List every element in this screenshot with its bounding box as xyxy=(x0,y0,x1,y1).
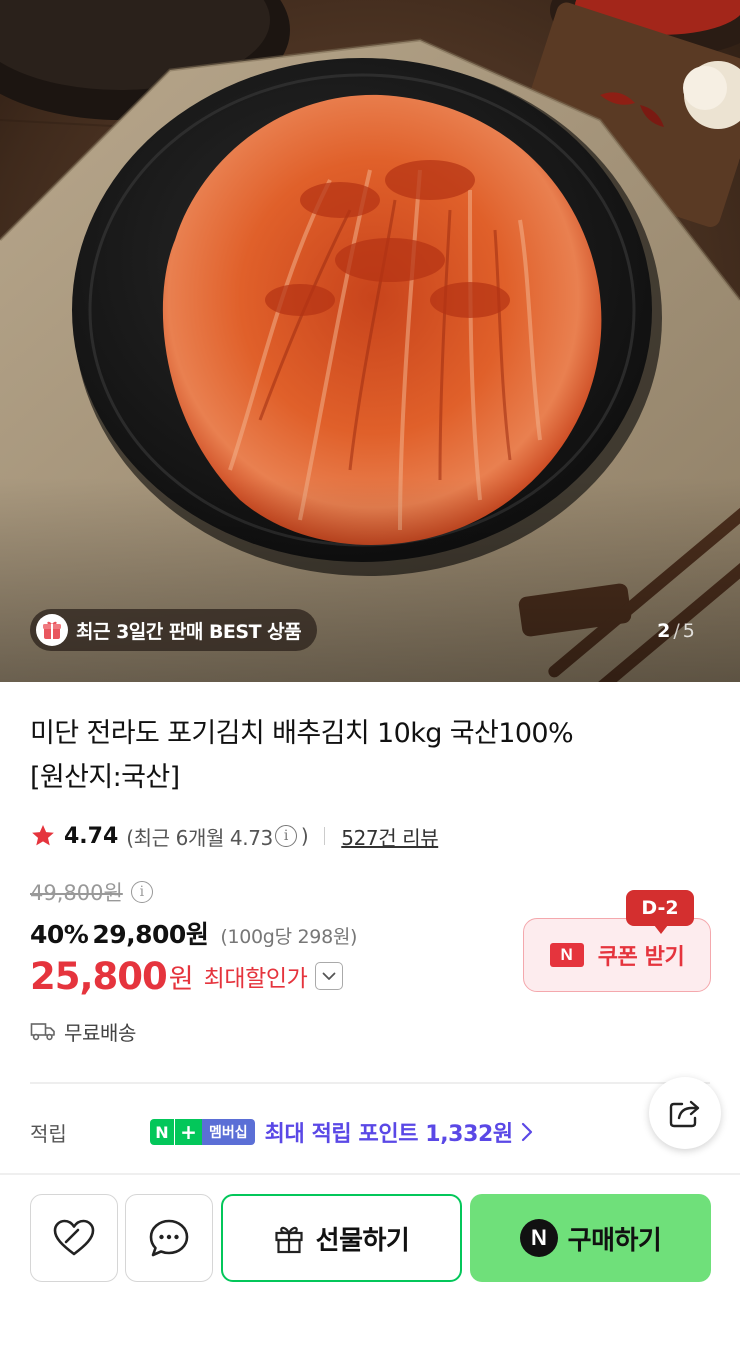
rating-value: 4.74 xyxy=(64,823,119,849)
pager-total: 5 xyxy=(682,620,695,642)
sale-price-row: 40% 29,800원 (100g당 298원) xyxy=(30,915,357,949)
info-icon[interactable]: i xyxy=(274,825,297,847)
chevron-right-icon xyxy=(521,1122,532,1142)
original-price: 49,800원 xyxy=(30,881,123,905)
rating-row: 4.74 (최근 6개월 4.73 i ) 527건 리뷰 xyxy=(30,818,439,854)
get-coupon-button[interactable]: N 쿠폰 받기 xyxy=(523,918,711,992)
recent-rating: (최근 6개월 4.73 i ) xyxy=(126,822,308,851)
recent-rating-close: ) xyxy=(300,824,309,848)
product-title-line2: [원산지:국산] xyxy=(30,762,180,793)
naver-n-icon: N xyxy=(150,1119,174,1145)
shipping-text: 무료배송 xyxy=(64,1020,136,1045)
gift-button[interactable]: 선물하기 xyxy=(221,1194,462,1282)
gift-label: 선물하기 xyxy=(315,1225,410,1256)
share-button[interactable] xyxy=(649,1077,721,1149)
original-price-row: 49,800원 i xyxy=(30,877,157,907)
product-title: 미단 전라도 포기김치 배추김치 10kg 국산100% [원산지:국산] xyxy=(30,712,670,800)
chat-bubble-icon xyxy=(149,1219,189,1257)
chevron-down-icon[interactable] xyxy=(315,962,344,990)
recent-rating-text: (최근 6개월 4.73 xyxy=(126,825,273,850)
points-row[interactable]: 적립 N + 멤버십 최대 적립 포인트 1,332원 xyxy=(30,1112,710,1152)
max-points-text: 최대 적립 포인트 1,332원 xyxy=(264,1122,513,1147)
shipping-row: 무료배송 xyxy=(30,1014,136,1048)
price-info-icon[interactable]: i xyxy=(130,881,153,903)
pager-current: 2 xyxy=(657,620,671,642)
max-discount-row[interactable]: 25,800 원 최대할인가 xyxy=(30,952,344,1000)
best-seller-badge: 최근 3일간 판매 BEST 상품 xyxy=(30,609,318,651)
max-discount-price: 25,800 xyxy=(30,954,168,998)
discount-percent: 40% xyxy=(30,920,89,949)
dday-badge: D-2 xyxy=(626,890,694,934)
points-label: 적립 xyxy=(30,1121,67,1146)
sale-price: 29,800원 xyxy=(92,920,209,949)
product-photo xyxy=(0,0,740,682)
membership-label: 멤버십 xyxy=(202,1119,255,1145)
chat-button[interactable] xyxy=(125,1194,213,1282)
buy-button[interactable]: N 구매하기 xyxy=(470,1194,711,1282)
product-title-line1: 미단 전라도 포기김치 배추김치 10kg 국산100% xyxy=(30,718,574,749)
section-divider-bottom xyxy=(0,1173,740,1175)
naver-coupon-icon: N xyxy=(549,943,584,967)
max-discount-unit: 원 xyxy=(168,963,194,995)
max-discount-label: 최대할인가 xyxy=(203,966,308,992)
coupon-label: 쿠폰 받기 xyxy=(597,945,685,970)
divider xyxy=(324,827,326,845)
plus-icon: + xyxy=(174,1119,202,1145)
share-icon xyxy=(669,1100,700,1128)
best-seller-text: 최근 3일간 판매 BEST 상품 xyxy=(76,620,302,643)
naver-plus-membership-badge: N + 멤버십 xyxy=(150,1119,255,1145)
unit-price: (100g당 298원) xyxy=(220,926,358,948)
section-divider xyxy=(30,1082,710,1084)
gift-box-icon xyxy=(36,614,68,646)
gift-icon xyxy=(275,1226,303,1254)
heart-icon xyxy=(53,1219,95,1256)
star-icon xyxy=(32,824,54,846)
image-pager: 2 / 5 xyxy=(643,612,709,650)
naver-pay-icon: N xyxy=(519,1219,558,1257)
buy-label: 구매하기 xyxy=(567,1225,662,1256)
wishlist-button[interactable] xyxy=(30,1194,118,1282)
pager-separator: / xyxy=(673,620,680,642)
truck-icon xyxy=(30,1023,55,1041)
product-image-carousel[interactable]: 최근 3일간 판매 BEST 상품 2 / 5 xyxy=(0,0,740,682)
review-count-link[interactable]: 527건 리뷰 xyxy=(341,822,438,851)
